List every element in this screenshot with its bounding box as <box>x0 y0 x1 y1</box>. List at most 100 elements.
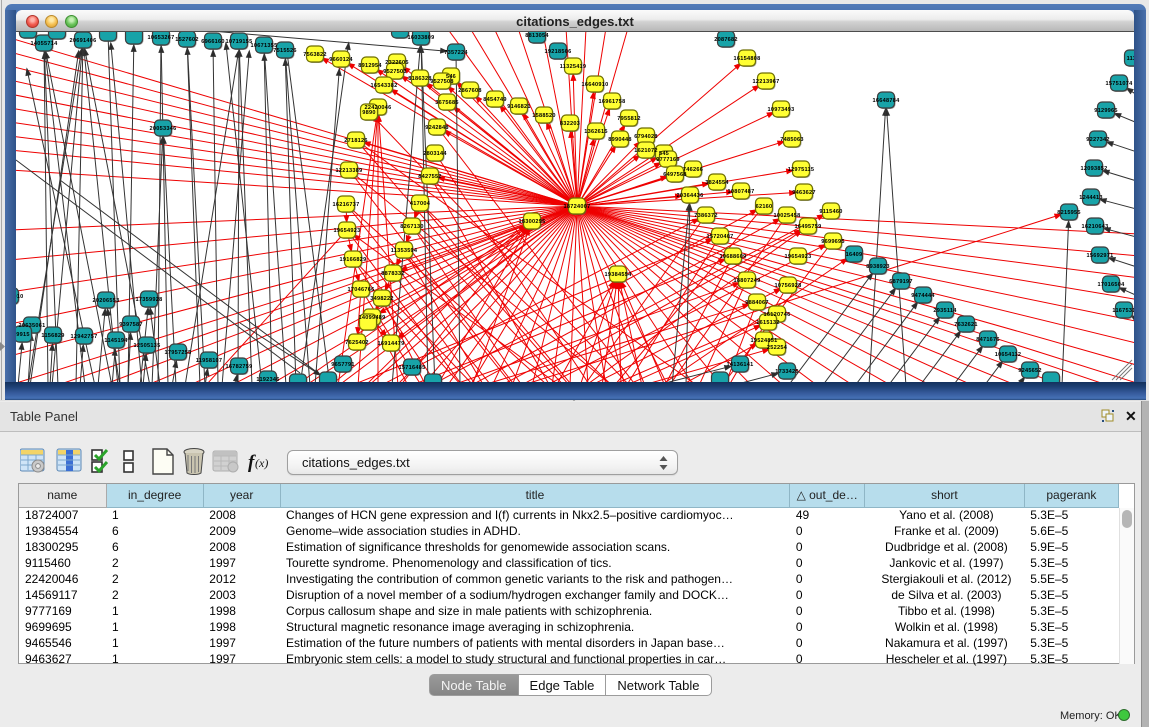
svg-text:9527503: 9527503 <box>383 69 407 75</box>
svg-text:15692971: 15692971 <box>1087 253 1114 259</box>
svg-text:16154808: 16154808 <box>734 56 761 62</box>
svg-text:16120746: 16120746 <box>764 312 791 318</box>
svg-text:10756928: 10756928 <box>775 283 802 289</box>
svg-text:10025458: 10025458 <box>774 213 801 219</box>
svg-text:9890: 9890 <box>362 110 375 116</box>
svg-text:14055714: 14055714 <box>31 41 59 47</box>
svg-text:3675685: 3675685 <box>435 100 459 106</box>
svg-text:17046766: 17046766 <box>348 287 375 293</box>
svg-text:1527602: 1527602 <box>175 37 199 43</box>
svg-text:1615132: 1615132 <box>756 320 780 326</box>
svg-text:9699695: 9699695 <box>821 239 845 245</box>
svg-text:7955812: 7955812 <box>617 116 641 122</box>
svg-text:9397587: 9397587 <box>119 322 143 328</box>
svg-text:8215955: 8215955 <box>1057 210 1081 216</box>
svg-text:8471676: 8471676 <box>976 337 1000 343</box>
svg-text:832203: 832203 <box>560 121 580 127</box>
svg-text:9242848: 9242848 <box>425 125 449 131</box>
svg-text:1362615: 1362615 <box>584 129 608 135</box>
svg-text:1588520: 1588520 <box>532 113 556 119</box>
svg-text:1244413: 1244413 <box>1079 195 1103 201</box>
svg-text:14136141: 14136141 <box>727 362 754 368</box>
svg-text:15751074: 15751074 <box>1106 81 1134 87</box>
svg-text:9660124: 9660124 <box>329 57 353 63</box>
svg-text:8454749: 8454749 <box>483 97 507 103</box>
svg-text:16495759: 16495759 <box>795 224 822 230</box>
svg-text:2087682: 2087682 <box>714 37 738 43</box>
svg-text:12213389: 12213389 <box>336 168 363 174</box>
svg-text:10973493: 10973493 <box>768 107 795 113</box>
svg-text:7386372: 7386372 <box>694 213 718 219</box>
svg-text:16216737: 16216737 <box>333 202 360 208</box>
svg-text:9915: 9915 <box>16 332 29 338</box>
svg-text:6879197: 6879197 <box>889 279 913 285</box>
svg-text:19384554: 19384554 <box>605 272 633 278</box>
svg-text:252254: 252254 <box>767 345 788 351</box>
svg-text:1733426: 1733426 <box>775 369 799 375</box>
svg-text:19166829: 19166829 <box>340 257 367 263</box>
svg-text:12942757: 12942757 <box>71 334 98 340</box>
svg-text:2803144: 2803144 <box>423 151 447 157</box>
svg-text:12505135: 12505135 <box>134 343 161 349</box>
svg-text:9527508: 9527508 <box>430 79 454 85</box>
svg-text:17016504: 17016504 <box>1098 282 1126 288</box>
svg-text:16409: 16409 <box>846 252 863 258</box>
svg-text:6794028: 6794028 <box>634 134 658 140</box>
svg-text:20364436: 20364436 <box>677 193 704 199</box>
svg-text:19654923: 19654923 <box>334 228 361 234</box>
svg-text:16543382: 16543382 <box>371 83 398 89</box>
svg-text:9245652: 9245652 <box>1018 368 1042 374</box>
svg-text:16033809: 16033809 <box>408 35 435 41</box>
svg-text:2867608: 2867608 <box>458 88 482 94</box>
svg-text:8878332: 8878332 <box>381 271 405 277</box>
svg-text:11958107: 11958107 <box>196 358 223 364</box>
svg-text:19524851: 19524851 <box>751 338 778 344</box>
svg-text:6966160: 6966160 <box>201 39 225 45</box>
svg-text:8186328: 8186328 <box>408 76 432 82</box>
svg-text:(x): (x) <box>255 456 268 470</box>
svg-text:9129965: 9129965 <box>1094 108 1118 114</box>
svg-text:12975115: 12975115 <box>788 167 815 173</box>
svg-text:1621072: 1621072 <box>634 148 658 154</box>
svg-text:16210643: 16210643 <box>1082 224 1109 230</box>
svg-text:20053346: 20053346 <box>150 126 177 132</box>
svg-text:16648784: 16648784 <box>873 98 901 104</box>
svg-text:11325419: 11325419 <box>560 64 587 70</box>
svg-text:17957255: 17957255 <box>165 350 192 356</box>
svg-text:11353594: 11353594 <box>391 248 418 254</box>
svg-text:16782759: 16782759 <box>226 364 253 370</box>
svg-text:20635061: 20635061 <box>19 323 46 329</box>
svg-text:19218506: 19218506 <box>545 49 572 55</box>
svg-text:8813054: 8813054 <box>525 33 549 39</box>
svg-text:19654923: 19654923 <box>785 254 812 260</box>
svg-text:16914479: 16914479 <box>378 341 405 347</box>
svg-text:8938923: 8938923 <box>866 264 890 270</box>
svg-text:17359928: 17359928 <box>136 297 163 303</box>
svg-text:12093852: 12093852 <box>1081 166 1108 172</box>
svg-text:3824554: 3824554 <box>705 180 729 186</box>
svg-text:2718126: 2718126 <box>344 138 368 144</box>
svg-text:10654112: 10654112 <box>995 352 1022 358</box>
svg-text:2935114: 2935114 <box>933 308 957 314</box>
svg-text:7485063: 7485063 <box>780 137 804 143</box>
svg-text:9657791: 9657791 <box>331 362 355 368</box>
svg-text:2322605: 2322605 <box>385 60 409 66</box>
svg-text:14099489: 14099489 <box>359 315 386 321</box>
svg-text:7357224: 7357224 <box>444 50 468 56</box>
svg-text:1156829: 1156829 <box>41 333 64 339</box>
svg-text:10719155: 10719155 <box>226 39 253 45</box>
svg-text:9777169: 9777169 <box>656 157 680 163</box>
svg-text:18724007: 18724007 <box>564 204 591 210</box>
svg-text:7632621: 7632621 <box>954 322 978 328</box>
svg-text:18300295: 18300295 <box>519 219 546 225</box>
svg-text:16640910: 16640910 <box>582 82 609 88</box>
svg-text:9474444: 9474444 <box>911 293 935 299</box>
svg-text:9146821: 9146821 <box>507 104 531 110</box>
svg-text:9115460: 9115460 <box>819 209 842 215</box>
svg-text:1167531: 1167531 <box>1112 308 1134 314</box>
svg-text:20206553: 20206553 <box>93 298 120 304</box>
svg-text:16961758: 16961758 <box>599 99 626 105</box>
svg-text:18807249: 18807249 <box>734 278 761 284</box>
svg-text:62160: 62160 <box>756 204 773 210</box>
svg-text:8912954: 8912954 <box>358 63 382 69</box>
